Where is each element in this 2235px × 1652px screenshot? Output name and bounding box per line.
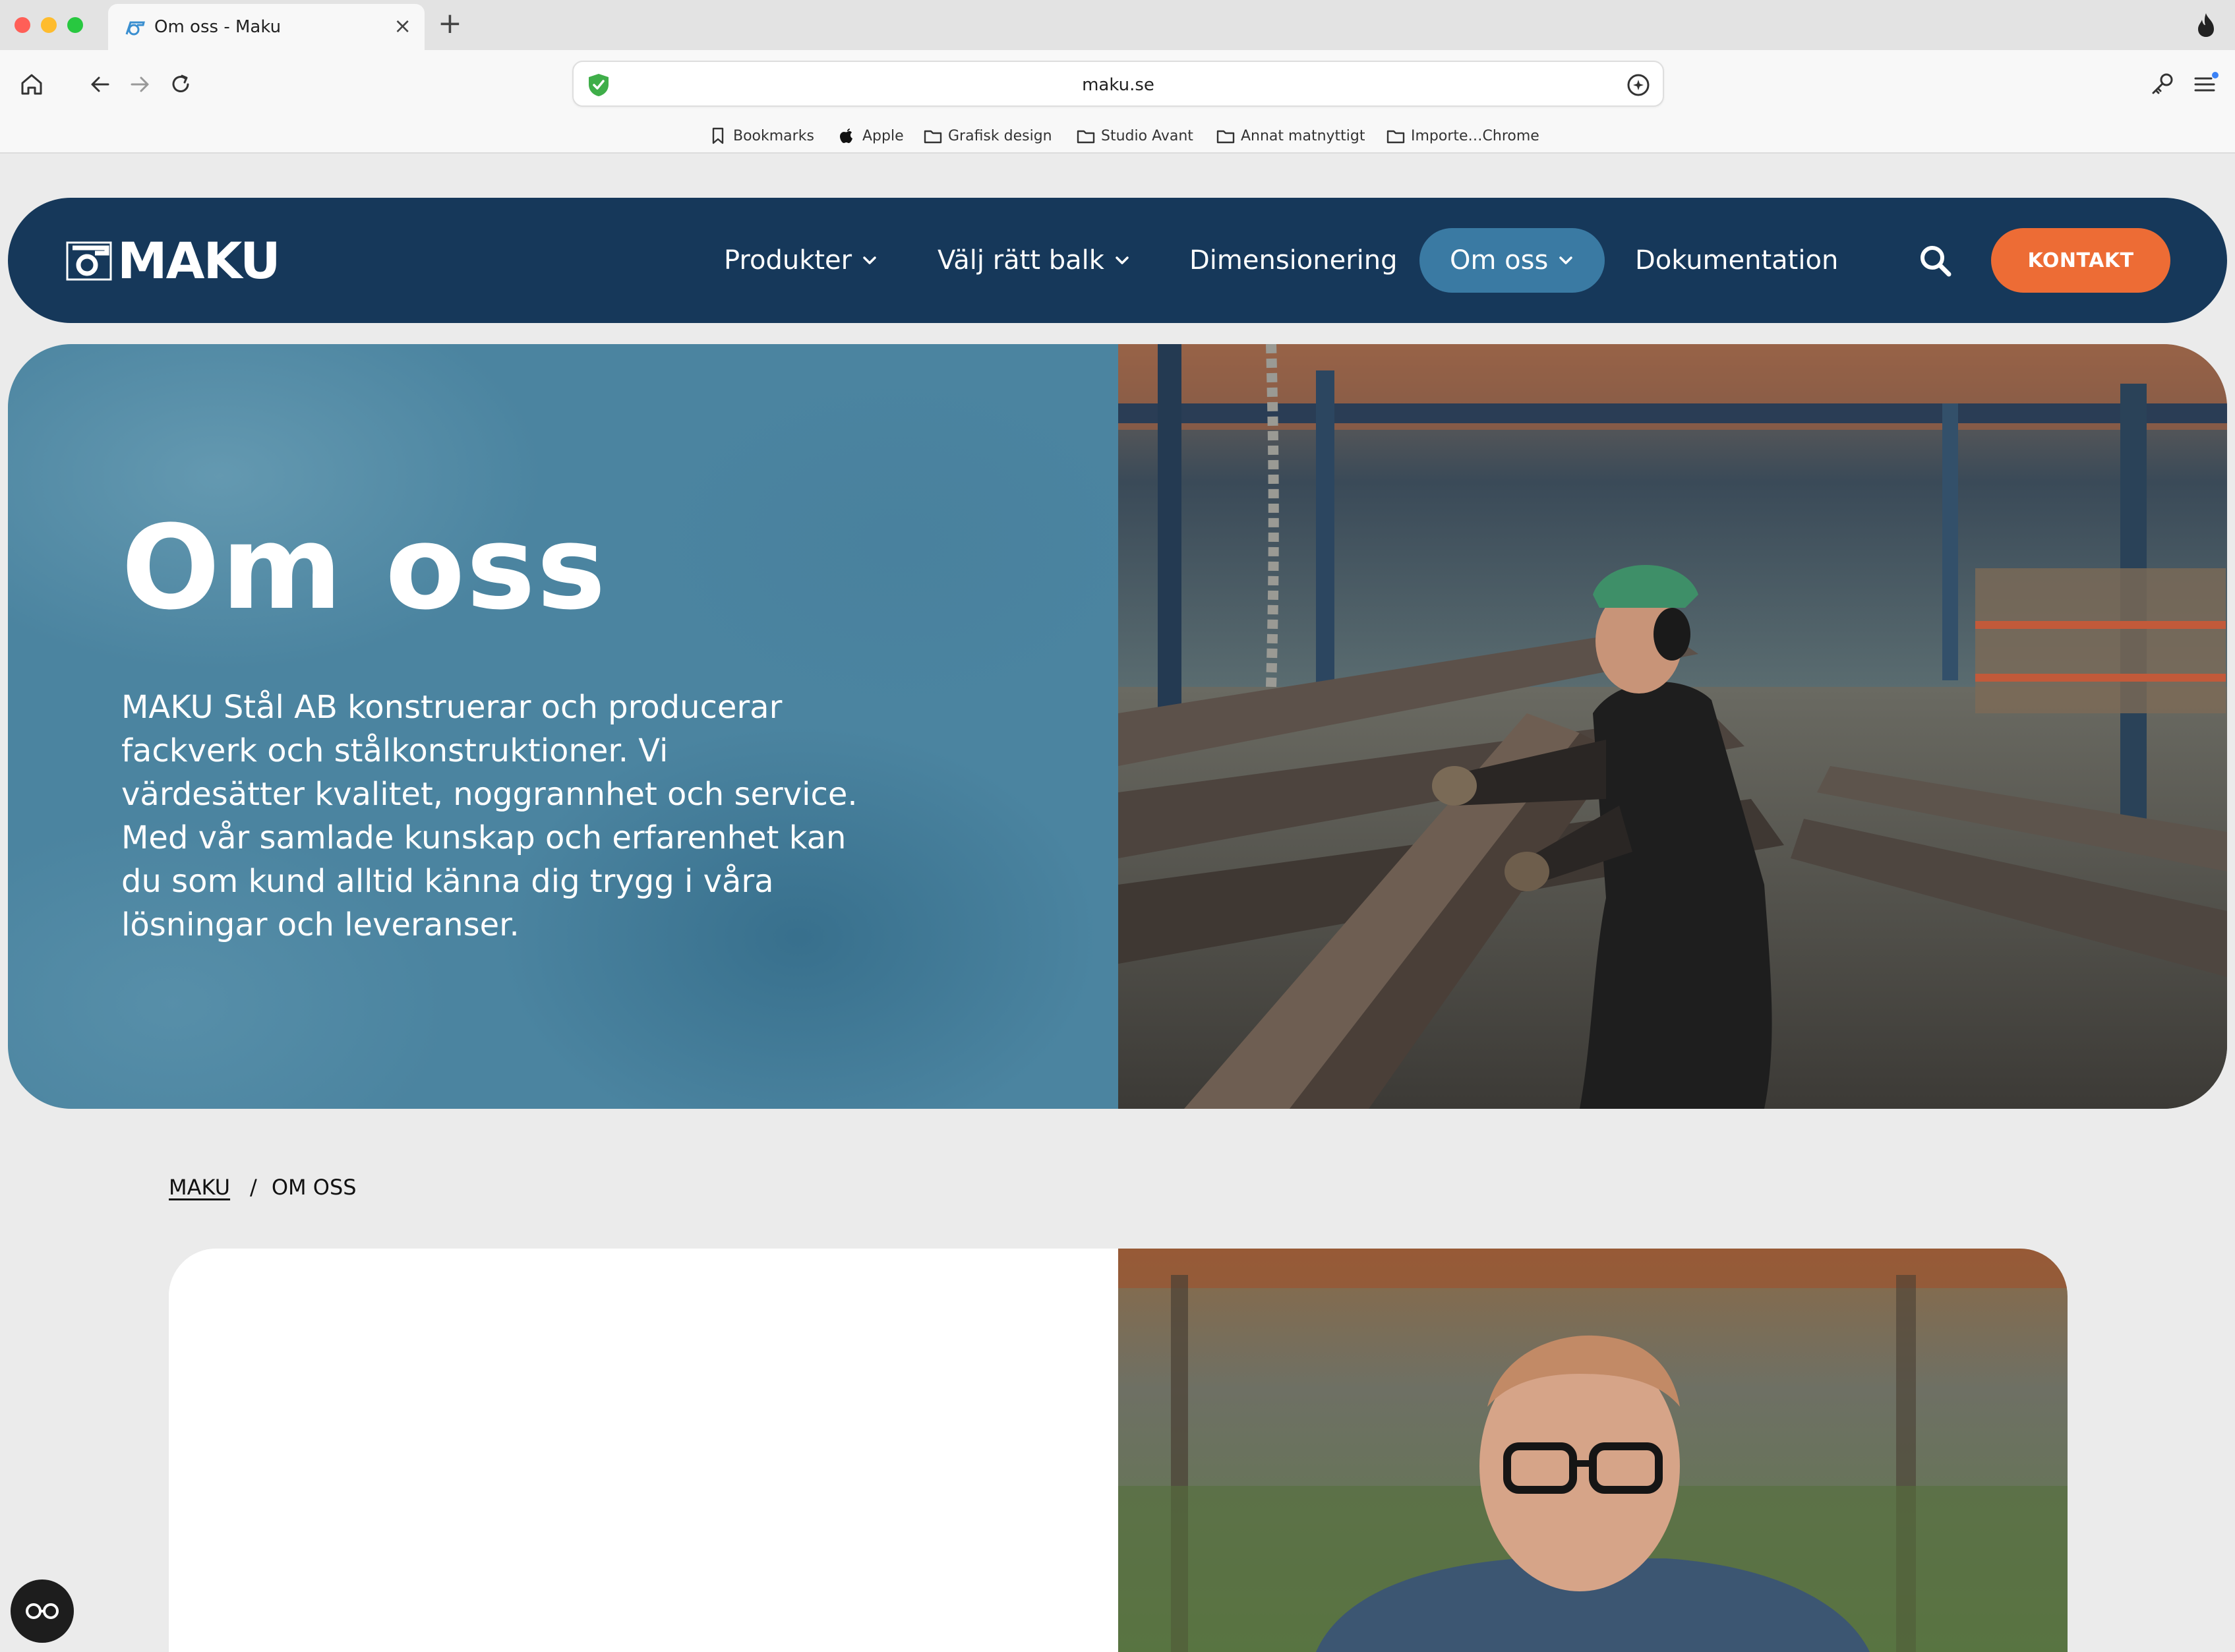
flame-icon[interactable] <box>2194 12 2218 38</box>
window-zoom-button[interactable] <box>67 17 83 33</box>
breadcrumb-current: OM OSS <box>271 1175 357 1200</box>
site-navigation: MAKU Produkter Välj rätt balk Dimensione… <box>8 198 2227 323</box>
browser-toolbar: maku.se Bookmarks Apple Grafisk design S… <box>0 50 2235 154</box>
page-title: Om oss <box>121 500 607 635</box>
window-close-button[interactable] <box>15 17 30 33</box>
hero-description: MAKU Stål AB konstruerar och producerar … <box>121 689 858 943</box>
back-arrow-icon[interactable] <box>86 70 115 99</box>
tab-title: Om oss - Maku <box>154 17 282 37</box>
portrait-photo <box>1118 1249 2068 1652</box>
contact-button[interactable]: KONTAKT <box>1991 228 2170 293</box>
tab-close-icon[interactable]: × <box>394 13 411 38</box>
nav-item-produkter[interactable]: Produkter <box>724 228 878 293</box>
hero-photo-steel-workshop <box>1118 344 2227 1109</box>
search-icon[interactable] <box>1917 243 1954 280</box>
maku-favicon-icon <box>125 21 145 36</box>
bookmark-item-studio-avant[interactable]: Studio Avant <box>1076 127 1193 145</box>
chevron-down-icon <box>1559 256 1573 264</box>
folder-icon <box>924 130 942 144</box>
logo-text: MAKU <box>117 231 281 290</box>
breadcrumb: MAKU / OM OSS <box>169 1175 357 1200</box>
bookmark-item-imported-chrome[interactable]: Importe…Chrome <box>1386 127 1539 145</box>
url-text[interactable]: maku.se <box>574 75 1663 95</box>
folder-icon <box>1216 130 1235 144</box>
glasses-icon <box>26 1603 59 1619</box>
folder-icon <box>1077 130 1095 144</box>
window-minimize-button[interactable] <box>41 17 57 33</box>
maku-logo[interactable]: MAKU <box>66 231 281 290</box>
key-icon[interactable] <box>2148 70 2177 99</box>
nav-item-dimensionering[interactable]: Dimensionering <box>1189 228 1398 293</box>
breadcrumb-home-link[interactable]: MAKU <box>169 1175 230 1200</box>
bookmarks-bar: Bookmarks Apple Grafisk design Studio Av… <box>0 121 2235 149</box>
content-card-text-panel <box>169 1249 1118 1652</box>
folder-icon <box>1386 130 1405 144</box>
nav-item-om-oss[interactable]: Om oss <box>1419 228 1605 293</box>
bookmark-item-apple[interactable]: Apple <box>837 127 904 145</box>
address-bar[interactable]: maku.se <box>572 61 1664 107</box>
menu-icon[interactable] <box>2190 70 2219 99</box>
home-icon[interactable] <box>17 70 46 99</box>
hero-section: Om oss MAKU Stål AB konstruerar och prod… <box>8 344 2227 1109</box>
nav-item-valj-ratt-balk[interactable]: Välj rätt balk <box>938 228 1131 293</box>
forward-arrow-icon[interactable] <box>125 70 154 99</box>
bookmark-item-grafisk-design[interactable]: Grafisk design <box>923 127 1052 145</box>
new-tab-button[interactable]: + <box>438 7 462 41</box>
hero-text-panel: Om oss MAKU Stål AB konstruerar och prod… <box>8 344 1118 1109</box>
bookmark-item-annat-matnyttigt[interactable]: Annat matnyttigt <box>1216 127 1365 145</box>
apple-icon <box>840 129 852 143</box>
content-card <box>169 1249 2068 1652</box>
accessibility-button[interactable] <box>11 1579 74 1643</box>
chevron-down-icon <box>863 256 876 264</box>
chevron-down-icon <box>1116 256 1129 264</box>
browser-tab-bar: Om oss - Maku × + <box>0 0 2235 50</box>
bookmark-item-bookmarks[interactable]: Bookmarks <box>708 127 814 145</box>
reload-icon[interactable] <box>166 70 195 99</box>
browser-tab-active[interactable]: Om oss - Maku × <box>108 4 425 50</box>
maku-logo-mark-icon <box>66 241 112 281</box>
ai-chat-icon[interactable] <box>1624 71 1652 99</box>
nav-item-dokumentation[interactable]: Dokumentation <box>1635 228 1838 293</box>
breadcrumb-separator: / <box>250 1175 257 1200</box>
bookmark-icon <box>712 127 724 144</box>
